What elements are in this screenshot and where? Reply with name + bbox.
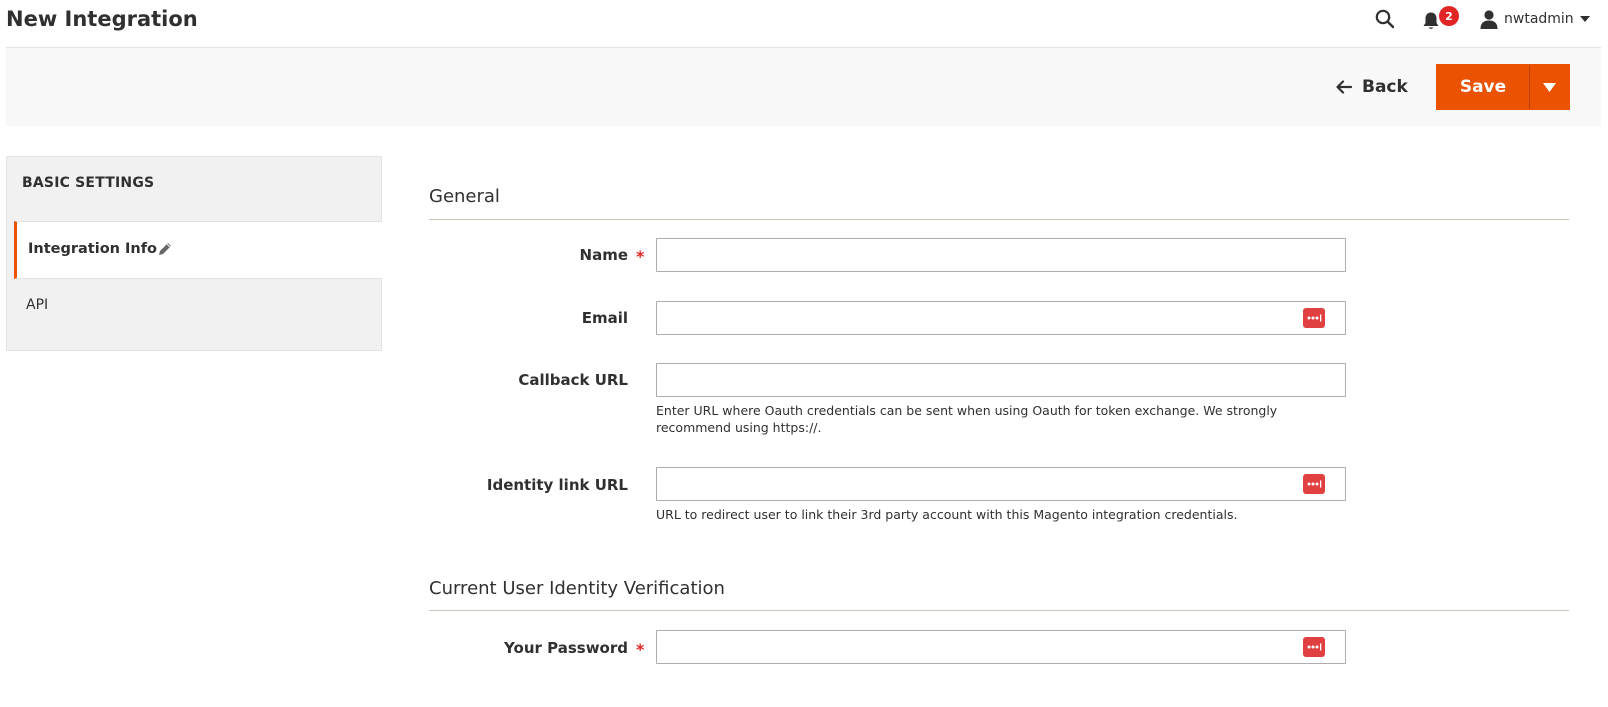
search-button[interactable] [1370,4,1400,34]
save-options-toggle[interactable] [1530,65,1569,109]
callback-url-label-text: Callback URL [518,371,628,389]
save-button[interactable]: Save [1437,65,1529,109]
page-title: New Integration [6,7,198,31]
password-label: Your Password [398,639,628,657]
name-field[interactable] [656,238,1346,272]
email-field[interactable] [656,301,1346,335]
save-split-button: Save [1436,64,1570,110]
tabs-title: BASIC SETTINGS [22,175,155,191]
password-manager-icon[interactable] [1303,308,1325,328]
search-icon [1375,9,1395,29]
required-marker: * [636,247,645,266]
section-divider [429,610,1569,611]
password-label-text: Your Password [504,639,628,657]
sidebar-tabs: BASIC SETTINGS Integration Info API [6,156,382,351]
user-menu[interactable]: nwtadmin [1480,4,1590,34]
bell-icon [1423,12,1439,29]
section-divider [429,219,1569,220]
password-manager-icon[interactable] [1303,474,1325,494]
identity-link-url-note: URL to redirect user to link their 3rd p… [656,507,1238,522]
arrow-left-icon [1336,80,1352,94]
callback-url-note: Enter URL where Oauth credentials can be… [656,403,1278,435]
notifications-button[interactable]: 2 [1418,4,1459,34]
caret-down-icon [1579,16,1590,22]
caret-down-icon [1543,82,1556,92]
notifications-badge: 2 [1439,6,1459,26]
section-title-verification: Current User Identity Verification [429,578,725,599]
back-button[interactable]: Back [1336,71,1408,103]
email-label-text: Email [581,309,628,327]
password-field[interactable] [656,630,1346,664]
pencil-icon [159,243,171,255]
tab-api[interactable]: API [26,297,48,313]
tab-label: Integration Info [28,241,158,257]
name-label-text: Name [579,246,628,264]
required-marker: * [636,640,645,659]
name-label: Name [398,246,628,264]
tab-integration-info[interactable]: Integration Info [14,221,382,279]
callback-url-label: Callback URL [398,371,628,389]
identity-link-url-label-text: Identity link URL [486,476,628,494]
callback-url-field[interactable] [656,363,1346,397]
section-title-general: General [429,186,500,207]
identity-link-url-label: Identity link URL [398,476,628,494]
user-icon [1480,10,1498,29]
email-label: Email [398,309,628,327]
username: nwtadmin [1504,11,1574,27]
identity-link-url-field[interactable] [656,467,1346,501]
back-label: Back [1362,77,1408,97]
password-manager-icon[interactable] [1303,637,1325,657]
